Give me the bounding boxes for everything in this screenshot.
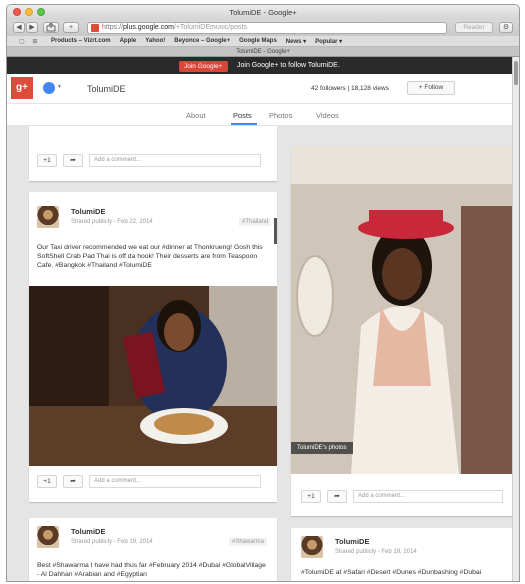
reader-button[interactable]: Reader bbox=[455, 22, 493, 33]
post-meta: Shared publicly - Feb 19, 2014 bbox=[335, 549, 417, 555]
share-button[interactable]: ➦ bbox=[63, 475, 83, 488]
views-count: 18,128 views bbox=[351, 85, 389, 92]
plus-one-button[interactable]: +1 bbox=[301, 490, 321, 503]
photo-card: TolumiDE's photos +1 ➦ Add a comment... bbox=[291, 146, 513, 516]
browser-window: TolumiDE - Google+ ◀ ▶ + https://plus.go… bbox=[6, 4, 520, 582]
follow-label: Follow bbox=[424, 84, 444, 91]
avatar[interactable] bbox=[301, 536, 323, 558]
scrollbar-thumb[interactable] bbox=[514, 61, 518, 85]
browser-toolbar: ◀ ▶ + https://plus.google.com/+TolumiDEm… bbox=[7, 20, 519, 36]
comment-input[interactable]: Add a comment... bbox=[89, 475, 261, 488]
share-page-icon bbox=[46, 22, 56, 32]
post-visibility: Shared publicly bbox=[71, 219, 113, 225]
google-plus-logo[interactable]: g+ bbox=[11, 77, 33, 99]
bookmark-item[interactable]: Google Maps bbox=[239, 38, 277, 45]
cabin-photo-image bbox=[291, 146, 513, 474]
post-visibility: Shared publicly bbox=[71, 539, 113, 545]
post-date[interactable]: Feb 19, 2014 bbox=[117, 539, 152, 545]
account-switcher[interactable]: ▼ bbox=[43, 82, 62, 94]
post-text: #TolumiDE at #Safari #Desert #Dunes #Dun… bbox=[301, 569, 482, 576]
post-date[interactable]: Feb 19, 2014 bbox=[381, 549, 416, 555]
post-card: TolumiDE Shared publicly - Feb 19, 2014 … bbox=[29, 518, 277, 581]
followers-count[interactable]: 42 followers bbox=[311, 85, 346, 92]
bookmark-sidebar-icon[interactable]: ▢ ⊞ bbox=[19, 38, 40, 45]
forward-button[interactable]: ▶ bbox=[26, 22, 38, 33]
title-bar: TolumiDE - Google+ bbox=[7, 5, 519, 20]
settings-button[interactable]: ⚙ bbox=[499, 22, 513, 33]
bookmark-item[interactable]: Yahoo! bbox=[145, 38, 165, 45]
post-date[interactable]: Feb 22, 2014 bbox=[117, 219, 152, 225]
post-card: TolumiDE Shared publicly - Feb 19, 2014 … bbox=[291, 528, 513, 581]
post-photo[interactable] bbox=[29, 286, 277, 466]
bookmarks-bar: ▢ ⊞ Products – Vizrt.com Apple Yahoo! Be… bbox=[7, 36, 519, 47]
active-tab-indicator bbox=[231, 123, 257, 125]
posts-stream: +1 ➦ Add a comment... TolumiDE Shared pu… bbox=[7, 126, 519, 581]
join-banner-text: Join Google+ to follow TolumiDE. bbox=[237, 62, 340, 69]
post-card: +1 ➦ Add a comment... bbox=[29, 126, 277, 181]
tab-photos[interactable]: Photos bbox=[269, 111, 292, 120]
plus-one-button[interactable]: +1 bbox=[37, 475, 57, 488]
url-scheme: https:// bbox=[102, 24, 124, 31]
bookmark-item[interactable]: Popular ▾ bbox=[315, 38, 342, 45]
post-card: TolumiDE Shared publicly - Feb 22, 2014 … bbox=[29, 192, 277, 502]
comment-input[interactable]: Add a comment... bbox=[353, 490, 503, 503]
comment-input[interactable]: Add a comment... bbox=[89, 154, 261, 167]
window-title: TolumiDE - Google+ bbox=[229, 8, 297, 17]
url-path: /+TolumiDEmusic/posts bbox=[174, 24, 247, 31]
share-icon: ➦ bbox=[334, 493, 340, 500]
scroll-indicator bbox=[274, 218, 277, 244]
avatar[interactable] bbox=[37, 206, 59, 228]
join-google-plus-button[interactable]: Join Google+ bbox=[179, 61, 228, 72]
browser-tab[interactable]: TolumiDE - Google+ bbox=[7, 47, 519, 57]
share-button[interactable]: ➦ bbox=[327, 490, 347, 503]
share-page-button[interactable] bbox=[43, 22, 59, 33]
post-actions: +1 ➦ Add a comment... bbox=[37, 154, 269, 168]
post-hashtag[interactable]: #Thailand bbox=[239, 218, 272, 226]
share-icon: ➦ bbox=[70, 478, 76, 485]
avatar[interactable] bbox=[37, 526, 59, 548]
add-person-icon: + bbox=[418, 84, 423, 91]
profile-header: g+ ▼ TolumiDE 42 followers | 18,128 view… bbox=[7, 74, 519, 104]
post-text: Best #Shawarma I have had thus far #Febr… bbox=[37, 562, 266, 578]
site-favicon bbox=[91, 24, 99, 32]
post-author[interactable]: TolumiDE bbox=[335, 537, 369, 546]
post-author[interactable]: TolumiDE bbox=[71, 207, 105, 216]
tab-about[interactable]: About bbox=[186, 111, 206, 120]
profile-name: TolumiDE bbox=[87, 84, 126, 94]
post-visibility: Shared publicly bbox=[335, 549, 377, 555]
share-icon: ➦ bbox=[70, 157, 76, 164]
post-meta: Shared publicly - Feb 22, 2014 bbox=[71, 219, 153, 225]
join-banner: Join Google+ Join Google+ to follow Tolu… bbox=[7, 57, 519, 74]
dinner-photo-image bbox=[29, 286, 277, 466]
bookmark-item[interactable]: News ▾ bbox=[286, 38, 306, 45]
chevron-down-icon: ▼ bbox=[57, 84, 62, 90]
new-tab-button[interactable]: + bbox=[63, 22, 79, 33]
post-meta: Shared publicly - Feb 19, 2014 bbox=[71, 539, 153, 545]
post-photo[interactable] bbox=[291, 146, 513, 474]
address-bar[interactable]: https://plus.google.com/+TolumiDEmusic/p… bbox=[87, 22, 447, 34]
profile-stats: 42 followers | 18,128 views bbox=[311, 85, 389, 92]
user-icon bbox=[43, 82, 55, 94]
tab-posts[interactable]: Posts bbox=[233, 111, 252, 120]
back-button[interactable]: ◀ bbox=[13, 22, 25, 33]
post-actions: +1 ➦ Add a comment... bbox=[37, 475, 269, 489]
bookmark-item[interactable]: Apple bbox=[120, 38, 137, 45]
plus-one-button[interactable]: +1 bbox=[37, 154, 57, 167]
tab-videos[interactable]: Videos bbox=[316, 111, 339, 120]
bookmark-list: Products – Vizrt.com Apple Yahoo! Beyonc… bbox=[51, 38, 342, 45]
page-scrollbar[interactable] bbox=[512, 57, 519, 581]
profile-tabs: About Posts Photos Videos bbox=[7, 104, 519, 126]
post-author[interactable]: TolumiDE bbox=[71, 527, 105, 536]
bookmark-item[interactable]: Products – Vizrt.com bbox=[51, 38, 111, 45]
post-actions: +1 ➦ Add a comment... bbox=[301, 490, 503, 504]
url-host: plus.google.com bbox=[123, 24, 174, 31]
follow-button[interactable]: + Follow bbox=[407, 81, 455, 95]
share-button[interactable]: ➦ bbox=[63, 154, 83, 167]
photo-caption[interactable]: TolumiDE's photos bbox=[291, 442, 353, 454]
bookmark-item[interactable]: Beyonce – Google+ bbox=[174, 38, 230, 45]
post-text: Our Taxi driver recommended we eat our #… bbox=[37, 244, 263, 269]
post-hashtag[interactable]: #Shawarma bbox=[229, 538, 268, 546]
gear-icon: ⚙ bbox=[502, 24, 510, 31]
stats-separator: | bbox=[347, 85, 350, 92]
